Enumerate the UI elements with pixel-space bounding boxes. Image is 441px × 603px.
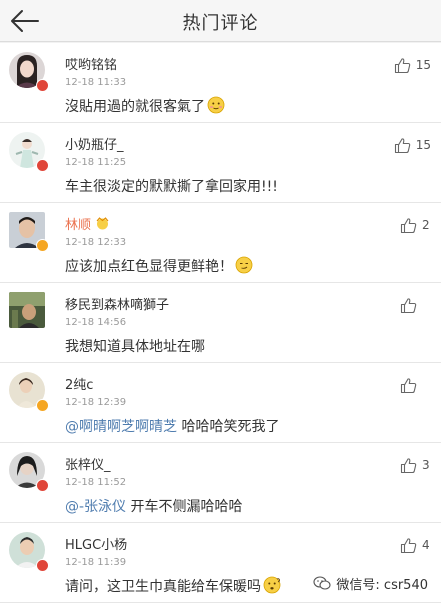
thumbs-up-icon [394,137,410,153]
commenter-name[interactable]: 小奶瓶仔_ [65,134,124,153]
comment-text: @啊晴啊芝啊晴芝 哈哈哈笑死我了 [65,419,280,435]
like-button[interactable]: 4 [400,536,431,554]
like-count: 15 [415,58,431,72]
like-button[interactable]: 3 [400,456,431,474]
blush-emoji-icon [207,96,225,114]
like-count: 2 [422,218,430,232]
comment-time: 12-18 12:33 [65,237,127,248]
thumbs-up-icon [400,377,417,393]
verified-badge [36,159,49,172]
confused-emoji-icon [263,576,281,594]
wechat-icon [313,576,331,590]
comment-item: 张梓仪_ 12-18 11:52 @-张泳仪 开车不侧漏哈哈哈 3 [0,443,441,523]
verified-badge [36,559,49,572]
like-button[interactable]: 2 [400,216,431,234]
like-button[interactable] [400,376,431,394]
comment-time: 12-18 14:56 [65,317,127,328]
smirk-emoji-icon [235,256,253,274]
like-button[interactable]: 15 [394,136,431,154]
verified-badge [36,239,49,252]
comment-item: 移民到森林嘀獅子 12-18 14:56 我想知道具体地址在哪 [0,283,441,363]
commenter-name[interactable]: 2纯c [65,374,93,393]
like-count: 3 [422,458,430,472]
comment-text: @-张泳仪 开车不侧漏哈哈哈 [65,499,243,515]
like-count: 15 [415,138,431,152]
avatar[interactable] [9,292,45,328]
thumbs-up-icon [400,217,417,233]
commenter-name[interactable]: 张梓仪_ [65,454,111,473]
page-title: 热门评论 [182,13,259,34]
like-button[interactable] [400,296,431,314]
comment-time: 12-18 12:39 [65,397,127,408]
comment-text: 我想知道具体地址在哪 [65,339,205,355]
vip-crown-icon [96,217,109,230]
comment-time: 12-18 11:52 [65,477,127,488]
comment-time: 12-18 11:33 [65,77,127,88]
mention-link[interactable]: @-张泳仪 [65,499,126,515]
commenter-name[interactable]: HLGC小杨 [65,534,127,553]
thumbs-up-icon [400,297,417,313]
verified-badge [36,479,49,492]
verified-badge [36,79,49,92]
thumbs-up-icon [400,457,417,473]
thumbs-up-icon [400,537,417,553]
comment-text: 沒貼用過的就很客氣了 [65,96,225,116]
comment-text: 应该加点红色显得更鲜艳！ [65,256,253,276]
comment-item: 2纯c 12-18 12:39 @啊晴啊芝啊晴芝 哈哈哈笑死我了 [0,363,441,443]
comment-list: 哎哟铭铭 12-18 11:33 沒貼用過的就很客氣了 15 小奶瓶仔_ 12-… [0,43,441,603]
comment-text: 请问，这卫生巾真能给车保暖吗 [65,576,281,596]
comment-time: 12-18 11:39 [65,557,127,568]
comment-item: 小奶瓶仔_ 12-18 11:25 车主很淡定的默默撕了拿回家用!!! 15 [0,123,441,203]
comment-item: 林顺 12-18 12:33 应该加点红色显得更鲜艳！ 2 [0,203,441,283]
like-button[interactable]: 15 [394,56,431,74]
like-count: 4 [422,538,430,552]
comment-text: 车主很淡定的默默撕了拿回家用!!! [65,179,278,195]
comment-time: 12-18 11:25 [65,157,127,168]
watermark-text: 微信号: csr540 [336,578,428,593]
thumbs-up-icon [394,57,410,73]
commenter-name[interactable]: 移民到森林嘀獅子 [65,294,169,313]
comment-item: 哎哟铭铭 12-18 11:33 沒貼用過的就很客氣了 15 [0,43,441,123]
top-bar: 热门评论 [0,0,441,42]
commenter-name[interactable]: 哎哟铭铭 [65,54,117,73]
mention-link[interactable]: @啊晴啊芝啊晴芝 [65,419,177,435]
verified-badge [36,399,49,412]
commenter-name[interactable]: 林顺 [65,214,110,233]
wechat-watermark: 微信号: csr540 [310,573,431,594]
